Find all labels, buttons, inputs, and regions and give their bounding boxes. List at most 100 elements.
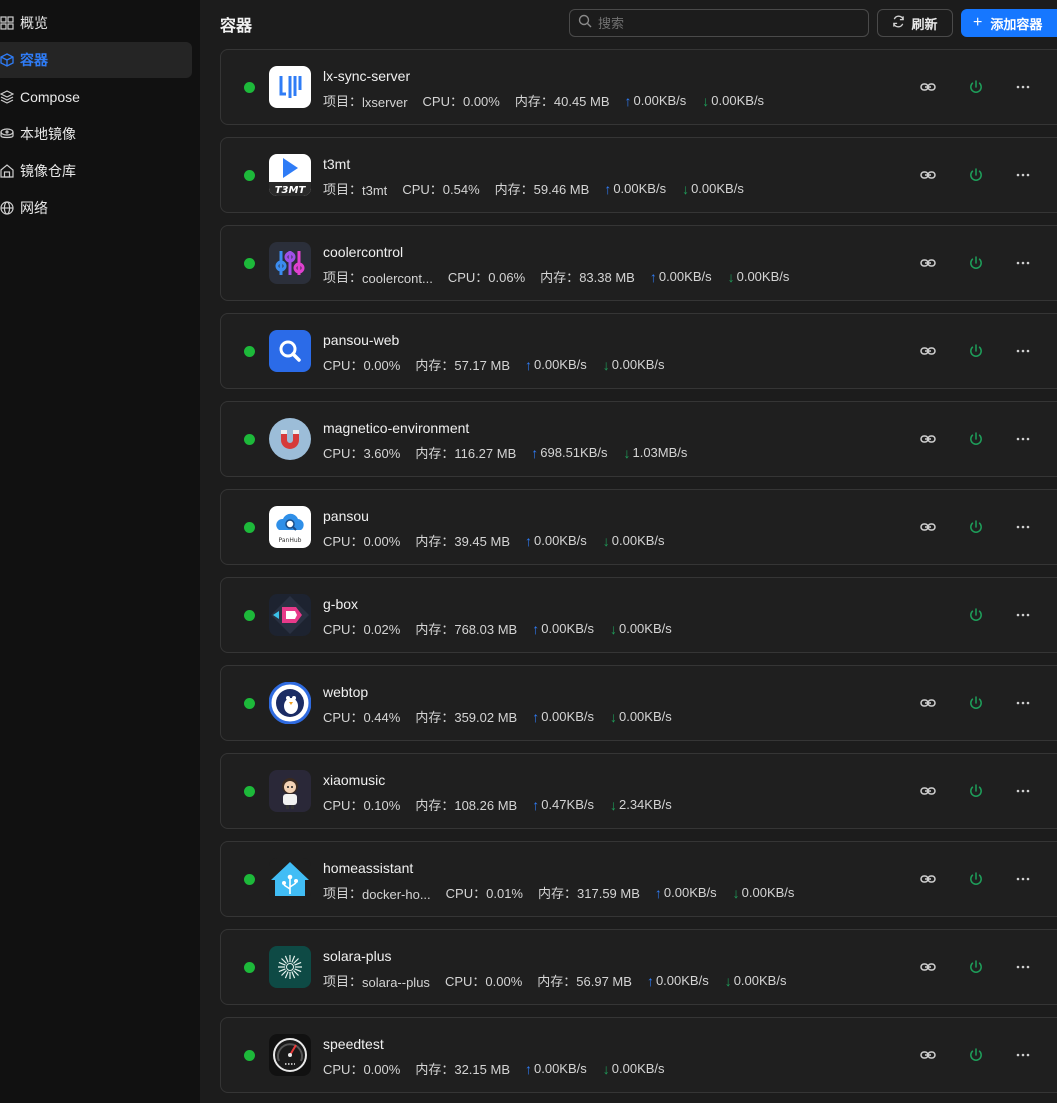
container-card[interactable]: magnetico-environment CPU：3.60% 内存：116.27 … xyxy=(220,401,1057,477)
more-options-icon[interactable] xyxy=(1013,869,1033,889)
more-options-icon[interactable] xyxy=(1013,781,1033,801)
power-icon[interactable] xyxy=(966,517,986,537)
power-icon[interactable] xyxy=(966,253,986,273)
container-card[interactable]: speedtest CPU：0.00% 内存：32.15 MB ↑ 0.00KB/s ↓ 0… xyxy=(220,1017,1057,1093)
power-icon[interactable] xyxy=(966,605,986,625)
project-value: docker-ho... xyxy=(362,887,431,902)
link-icon[interactable] xyxy=(918,1045,938,1065)
sidebar-item-registry[interactable]: 镜像仓库 xyxy=(0,153,192,189)
magnet-logo-icon xyxy=(269,418,311,460)
cube-icon xyxy=(0,53,14,67)
memory-info: 内存：32.15 MB xyxy=(415,1062,510,1077)
container-name[interactable]: solara-plus xyxy=(323,948,391,964)
container-card[interactable]: T3MT t3mt 项目：t3mt CPU：0.54% 内存：59.46 MB ↑ 0.00… xyxy=(220,137,1057,213)
upload-rate: ↑ 0.00KB/s xyxy=(532,708,594,725)
power-icon[interactable] xyxy=(966,1045,986,1065)
container-name[interactable]: xiaomusic xyxy=(323,772,385,788)
container-name[interactable]: coolercontrol xyxy=(323,244,403,260)
globe-icon xyxy=(0,201,14,215)
link-icon[interactable] xyxy=(918,77,938,97)
container-stats: 项目：t3mt CPU：0.54% 内存：59.46 MB ↑ 0.00KB/s ↓ 0.0… xyxy=(323,179,760,199)
more-options-icon[interactable] xyxy=(1013,693,1033,713)
container-name[interactable]: speedtest xyxy=(323,1036,384,1052)
container-stats: CPU：0.00% 内存：57.17 MB ↑ 0.00KB/s ↓ 0.00KB/s xyxy=(323,355,681,374)
sidebar-item-local-images[interactable]: 本地镜像 xyxy=(0,116,192,152)
container-card[interactable]: lx-sync-server 项目：lxserver CPU：0.00% 内存：40.… xyxy=(220,49,1057,125)
sidebar-item-label: 本地镜像 xyxy=(20,126,76,142)
more-options-icon[interactable] xyxy=(1013,605,1033,625)
svg-text:PanHub: PanHub xyxy=(279,537,302,544)
container-stats: 项目：solara--plus CPU：0.00% 内存：56.97 MB ↑ 0.00… xyxy=(323,971,802,991)
power-icon[interactable] xyxy=(966,869,986,889)
container-name[interactable]: pansou-web xyxy=(323,332,399,348)
more-options-icon[interactable] xyxy=(1013,517,1033,537)
project-value: lxserver xyxy=(362,95,408,110)
link-icon[interactable] xyxy=(918,341,938,361)
status-running-indicator xyxy=(244,170,255,181)
more-options-icon[interactable] xyxy=(1013,77,1033,97)
download-arrow-icon: ↓ xyxy=(623,444,631,461)
more-options-icon[interactable] xyxy=(1013,165,1033,185)
more-options-icon[interactable] xyxy=(1013,429,1033,449)
container-name[interactable]: homeassistant xyxy=(323,860,413,876)
container-name[interactable]: pansou xyxy=(323,508,369,524)
memory-info: 内存：359.02 MB xyxy=(415,710,518,725)
magnifier-logo-icon xyxy=(269,330,311,372)
more-options-icon[interactable] xyxy=(1013,341,1033,361)
container-name[interactable]: webtop xyxy=(323,684,368,700)
container-name[interactable]: magnetico-environment xyxy=(323,420,469,436)
sidebar: 概览 容器 Compose 本地镜像 镜像仓库 网络 xyxy=(0,0,200,1103)
power-icon[interactable] xyxy=(966,341,986,361)
project-value: t3mt xyxy=(362,183,388,198)
link-icon[interactable] xyxy=(918,429,938,449)
link-icon[interactable] xyxy=(918,165,938,185)
link-icon[interactable] xyxy=(918,253,938,273)
power-icon[interactable] xyxy=(966,429,986,449)
sidebar-item-compose[interactable]: Compose xyxy=(0,79,192,115)
sidebar-item-overview[interactable]: 概览 xyxy=(0,5,192,41)
status-running-indicator xyxy=(244,874,255,885)
container-card[interactable]: pansou-web CPU：0.00% 内存：57.17 MB ↑ 0.00KB/s ↓… xyxy=(220,313,1057,389)
power-icon[interactable] xyxy=(966,957,986,977)
cpu-info: CPU：0.00% xyxy=(422,94,500,109)
container-name[interactable]: g-box xyxy=(323,596,358,612)
container-actions xyxy=(918,517,1033,539)
link-icon[interactable] xyxy=(918,957,938,977)
container-card[interactable]: solara-plus 项目：solara--plus CPU：0.00% 内存：56… xyxy=(220,929,1057,1005)
memory-value: 39.45 MB xyxy=(454,534,510,549)
search-box[interactable] xyxy=(569,9,869,37)
sidebar-item-network[interactable]: 网络 xyxy=(0,190,192,226)
power-icon[interactable] xyxy=(966,165,986,185)
refresh-button[interactable]: 刷新 xyxy=(877,9,953,37)
container-card[interactable]: coolercontrol 项目：coolercont... CPU：0.06% 内存… xyxy=(220,225,1057,301)
cpu-value: 0.54% xyxy=(442,182,480,197)
upload-rate: ↑ 0.00KB/s xyxy=(525,1060,587,1077)
container-card[interactable]: webtop CPU：0.44% 内存：359.02 MB ↑ 0.00KB/s ↓ 0.0… xyxy=(220,665,1057,741)
add-container-button[interactable]: + 添加容器 xyxy=(961,9,1057,37)
power-icon[interactable] xyxy=(966,693,986,713)
container-card[interactable]: PanHub pansou CPU：0.00% 内存：39.45 MB ↑ 0.00KB/… xyxy=(220,489,1057,565)
container-actions xyxy=(918,341,1033,363)
cpu-value: 0.44% xyxy=(363,710,401,725)
link-icon[interactable] xyxy=(918,517,938,537)
more-options-icon[interactable] xyxy=(1013,957,1033,977)
container-card[interactable]: g-box CPU：0.02% 内存：768.03 MB ↑ 0.00KB/s ↓ 0.00… xyxy=(220,577,1057,653)
container-card[interactable]: xiaomusic CPU：0.10% 内存：108.26 MB ↑ 0.47KB/s ↓… xyxy=(220,753,1057,829)
house-logo-icon xyxy=(269,858,311,900)
link-icon[interactable] xyxy=(918,781,938,801)
memory-info: 内存：768.03 MB xyxy=(415,622,518,637)
container-name[interactable]: t3mt xyxy=(323,156,350,172)
sidebar-item-containers[interactable]: 容器 xyxy=(0,42,192,78)
more-options-icon[interactable] xyxy=(1013,253,1033,273)
status-running-indicator xyxy=(244,522,255,533)
link-icon[interactable] xyxy=(918,869,938,889)
link-icon[interactable] xyxy=(918,693,938,713)
upload-rate: ↑ 698.51KB/s xyxy=(531,444,608,461)
cpu-value: 0.00% xyxy=(485,974,523,989)
container-card[interactable]: homeassistant 项目：docker-ho... CPU：0.01% 内存：… xyxy=(220,841,1057,917)
search-input[interactable] xyxy=(598,15,858,31)
more-options-icon[interactable] xyxy=(1013,1045,1033,1065)
power-icon[interactable] xyxy=(966,77,986,97)
power-icon[interactable] xyxy=(966,781,986,801)
container-name[interactable]: lx-sync-server xyxy=(323,68,410,84)
